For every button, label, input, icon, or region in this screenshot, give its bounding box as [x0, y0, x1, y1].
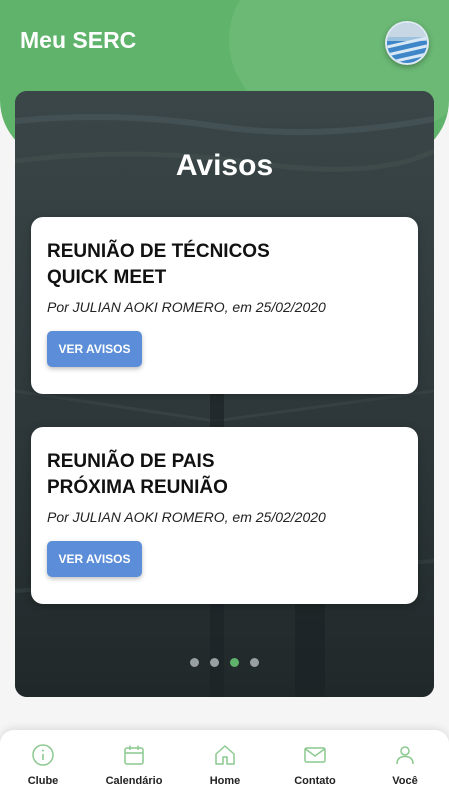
notices-panel: Avisos REUNIÃO DE TÉCNICOS QUICK MEET Po…: [15, 91, 434, 697]
nav-label: Home: [209, 775, 241, 787]
notice-title-line: QUICK MEET: [47, 267, 167, 288]
nav-item-calendario[interactable]: Calendário: [89, 730, 179, 800]
profile-avatar[interactable]: [385, 21, 429, 65]
carousel-dot[interactable]: [210, 658, 219, 667]
nav-item-home[interactable]: Home: [180, 730, 270, 800]
notice-card[interactable]: REUNIÃO DE PAIS PRÓXIMA REUNIÃO Por JULI…: [31, 427, 418, 604]
notice-title: REUNIÃO DE PAIS PRÓXIMA REUNIÃO: [47, 449, 397, 501]
home-icon: [215, 745, 235, 765]
nav-item-clube[interactable]: Clube: [0, 730, 88, 800]
info-icon: [32, 744, 54, 766]
app-title: Meu SERC: [20, 27, 137, 53]
notice-title: REUNIÃO DE TÉCNICOS QUICK MEET: [47, 239, 397, 291]
bottom-navigation: Clube Calendário Home Contato Você: [0, 730, 449, 800]
panel-title: Avisos: [175, 149, 274, 182]
view-notices-button[interactable]: VER AVISOS: [47, 331, 142, 367]
notice-author-date: Por JULIAN AOKI ROMERO, em 25/02/2020: [47, 299, 326, 315]
notice-title-line: REUNIÃO DE TÉCNICOS: [47, 241, 270, 262]
carousel-dot[interactable]: [190, 658, 199, 667]
user-icon: [396, 746, 414, 765]
nav-label: Clube: [27, 775, 59, 787]
notice-card[interactable]: REUNIÃO DE TÉCNICOS QUICK MEET Por JULIA…: [31, 217, 418, 394]
nav-label: Você: [392, 775, 418, 787]
calendar-icon: [124, 745, 144, 765]
carousel-indicator: [15, 658, 434, 668]
view-notices-button[interactable]: VER AVISOS: [47, 541, 142, 577]
mail-icon: [304, 747, 326, 763]
nav-item-voce[interactable]: Você: [360, 730, 449, 800]
carousel-dot-active[interactable]: [230, 658, 239, 667]
carousel-dot[interactable]: [250, 658, 259, 667]
nav-label: Contato: [294, 775, 336, 787]
notice-author-date: Por JULIAN AOKI ROMERO, em 25/02/2020: [47, 509, 326, 525]
notice-title-line: PRÓXIMA REUNIÃO: [47, 477, 228, 498]
nav-item-contato[interactable]: Contato: [270, 730, 360, 800]
notice-title-line: REUNIÃO DE PAIS: [47, 451, 215, 472]
nav-label: Calendário: [105, 775, 163, 787]
